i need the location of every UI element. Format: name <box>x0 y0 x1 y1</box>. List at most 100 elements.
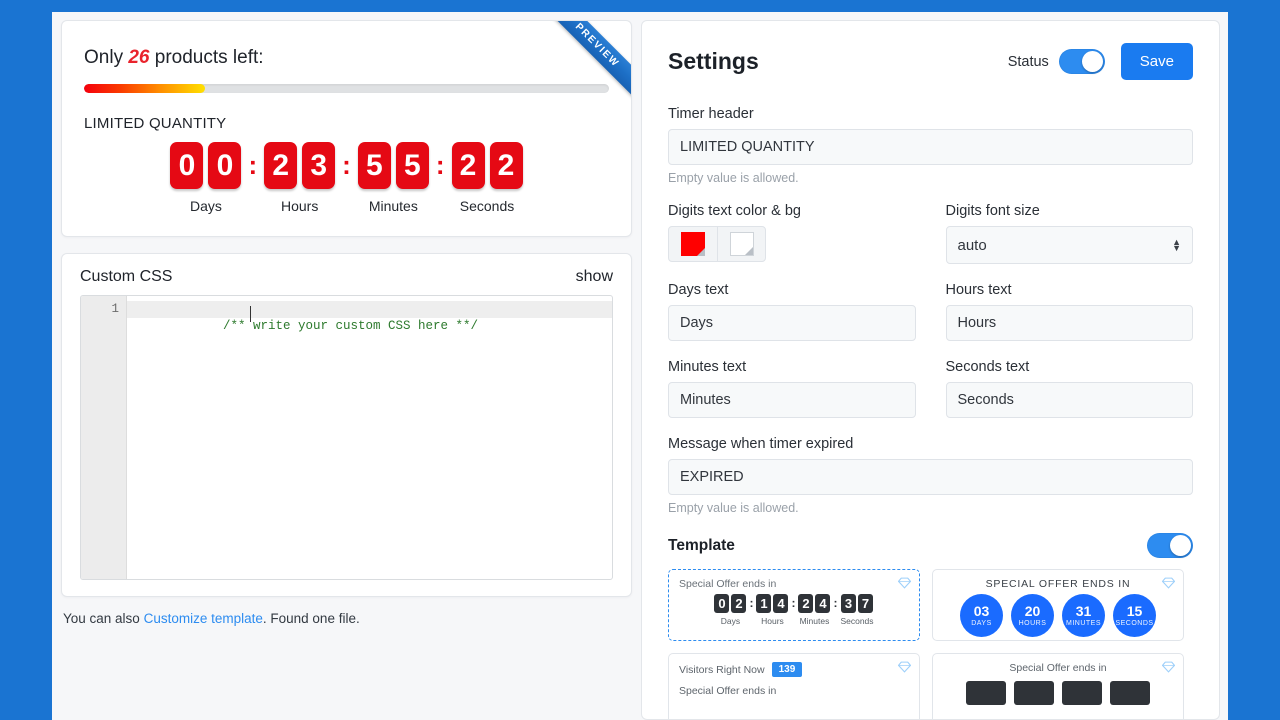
days-text-label: Days text <box>668 282 916 298</box>
expired-message-hint: Empty value is allowed. <box>668 501 1193 515</box>
template-circle-value: 31 <box>1076 604 1092 619</box>
editor-code-line: /** write your custom CSS here **/ <box>127 301 612 318</box>
template-card-title: Special Offer ends in <box>943 662 1173 674</box>
countdown-digit: 3 <box>302 142 335 189</box>
template-digit-box <box>1014 681 1054 705</box>
template-card-dark-boxes[interactable]: Special Offer ends in <box>932 653 1184 720</box>
stock-progress-fill <box>84 84 205 93</box>
template-circle-unit: HOURS <box>1019 620 1047 627</box>
countdown-separator: : <box>429 142 452 189</box>
template-countdown-separator: : <box>788 594 798 613</box>
countdown-digit: 0 <box>170 142 203 189</box>
minutes-text-input[interactable] <box>668 382 916 418</box>
seconds-text-input[interactable] <box>946 382 1194 418</box>
save-button[interactable]: Save <box>1121 43 1193 80</box>
countdown-digit: 5 <box>396 142 429 189</box>
template-countdown-digit: 1 <box>756 594 771 613</box>
expired-message-input[interactable] <box>668 459 1193 495</box>
template-countdown-digit: 7 <box>858 594 873 613</box>
template-card-title: SPECIAL OFFER ENDS IN <box>943 578 1173 590</box>
template-countdown-separator: : <box>746 594 756 613</box>
editor-line-numbers: 1 <box>81 296 127 579</box>
template-card-title: Special Offer ends in <box>679 578 909 590</box>
diamond-icon <box>1162 661 1175 676</box>
timer-preview-card: PREVIEW Only 26 products left: LIMITED Q… <box>61 20 632 237</box>
digits-font-size-label: Digits font size <box>946 203 1194 219</box>
visitors-count-badge: 139 <box>772 662 803 677</box>
digits-text-color-swatch[interactable] <box>669 227 717 261</box>
template-countdown-digit: 4 <box>773 594 788 613</box>
settings-header-actions: Status Save <box>1008 43 1193 80</box>
template-circle-value: 03 <box>974 604 990 619</box>
custom-css-show-toggle[interactable]: show <box>576 268 613 286</box>
css-code-editor[interactable]: 1 /** write your custom CSS here **/ <box>80 295 613 580</box>
preview-column: PREVIEW Only 26 products left: LIMITED Q… <box>52 12 641 720</box>
editor-text-area[interactable]: /** write your custom CSS here **/ <box>127 296 612 579</box>
template-card-visitors-counter[interactable]: Visitors Right Now139Special Offer ends … <box>668 653 920 720</box>
minutes-text-label: Minutes text <box>668 359 916 375</box>
template-countdown-digits: 37 <box>841 594 873 613</box>
text-color-chip <box>681 232 705 256</box>
template-countdown-group: 24 Minutes <box>798 594 830 626</box>
template-countdown-group: 02Days <box>714 594 746 626</box>
template-countdown-digits: 14 <box>756 594 788 613</box>
template-circle-unit: DAYS <box>971 620 992 627</box>
seconds-text-label: Seconds text <box>946 359 1194 375</box>
expired-message-label: Message when timer expired <box>668 436 1193 452</box>
template-countdown-digits: 24 <box>798 594 830 613</box>
digits-font-size-value: auto <box>958 237 987 254</box>
template-circles: 03DAYS20HOURS31MINUTES15SECONDS <box>943 594 1173 637</box>
template-digit-boxes <box>943 681 1173 705</box>
template-countdown-label: Days <box>721 616 740 626</box>
digits-color-group: Digits text color & bg <box>668 203 916 264</box>
digits-bg-color-swatch[interactable] <box>717 227 765 261</box>
days-text-group: Days text <box>668 282 916 341</box>
template-digit-box <box>966 681 1006 705</box>
template-toggle-knob <box>1170 535 1191 556</box>
hours-text-input[interactable] <box>946 305 1194 341</box>
countdown-digits: 00 <box>170 142 241 189</box>
digits-font-size-select[interactable]: auto ▲▼ <box>946 226 1194 264</box>
template-circle: 20HOURS <box>1011 594 1054 637</box>
custom-css-title: Custom CSS <box>80 268 172 286</box>
template-circle-value: 20 <box>1025 604 1041 619</box>
timer-header-input[interactable] <box>668 129 1193 165</box>
template-section-header: Template <box>668 533 1193 558</box>
timer-header-label: Timer header <box>668 106 1193 122</box>
countdown-label: Hours <box>281 198 318 214</box>
hours-text-group: Hours text <box>946 282 1194 341</box>
template-card-blue-circles[interactable]: SPECIAL OFFER ENDS IN03DAYS20HOURS31MINU… <box>932 569 1184 641</box>
template-digit-box <box>1110 681 1150 705</box>
countdown-separator: : <box>241 142 264 189</box>
diamond-icon <box>1162 577 1175 592</box>
template-countdown-label: Seconds <box>840 616 873 626</box>
template-countdown-group: 37 Seconds <box>840 594 873 626</box>
stock-progress-bar <box>84 84 609 93</box>
status-toggle[interactable] <box>1059 49 1105 74</box>
status-label: Status <box>1008 54 1049 70</box>
countdown-digit: 5 <box>358 142 391 189</box>
digits-font-size-group: Digits font size auto ▲▼ <box>946 203 1194 264</box>
countdown-digit: 2 <box>452 142 485 189</box>
days-hours-row: Days text Hours text <box>668 282 1193 341</box>
visitors-row: Visitors Right Now139 <box>679 662 909 677</box>
stock-prefix: Only <box>84 47 123 68</box>
app-window: PREVIEW Only 26 products left: LIMITED Q… <box>52 12 1228 720</box>
expired-message-group: Message when timer expired Empty value i… <box>668 436 1193 515</box>
countdown-digit: 2 <box>490 142 523 189</box>
template-card-flip-dark[interactable]: Special Offer ends in02Days:14Hours:24Mi… <box>668 569 920 641</box>
days-text-input[interactable] <box>668 305 916 341</box>
countdown-group-hours: 23Hours <box>264 142 335 214</box>
countdown-digits: 22 <box>452 142 523 189</box>
diamond-icon <box>898 577 911 592</box>
bg-color-chip <box>730 232 754 256</box>
countdown-label: Minutes <box>369 198 418 214</box>
customize-template-link[interactable]: Customize template <box>144 611 263 626</box>
swatch-corner-icon <box>697 248 705 256</box>
status-control: Status <box>1008 49 1105 74</box>
template-toggle[interactable] <box>1147 533 1193 558</box>
countdown-group-minutes: 55 Minutes <box>358 142 429 214</box>
template-countdown-label: Minutes <box>800 616 830 626</box>
footer-note-suffix: . Found one file. <box>263 611 360 626</box>
countdown-group-seconds: 22Seconds <box>452 142 523 214</box>
